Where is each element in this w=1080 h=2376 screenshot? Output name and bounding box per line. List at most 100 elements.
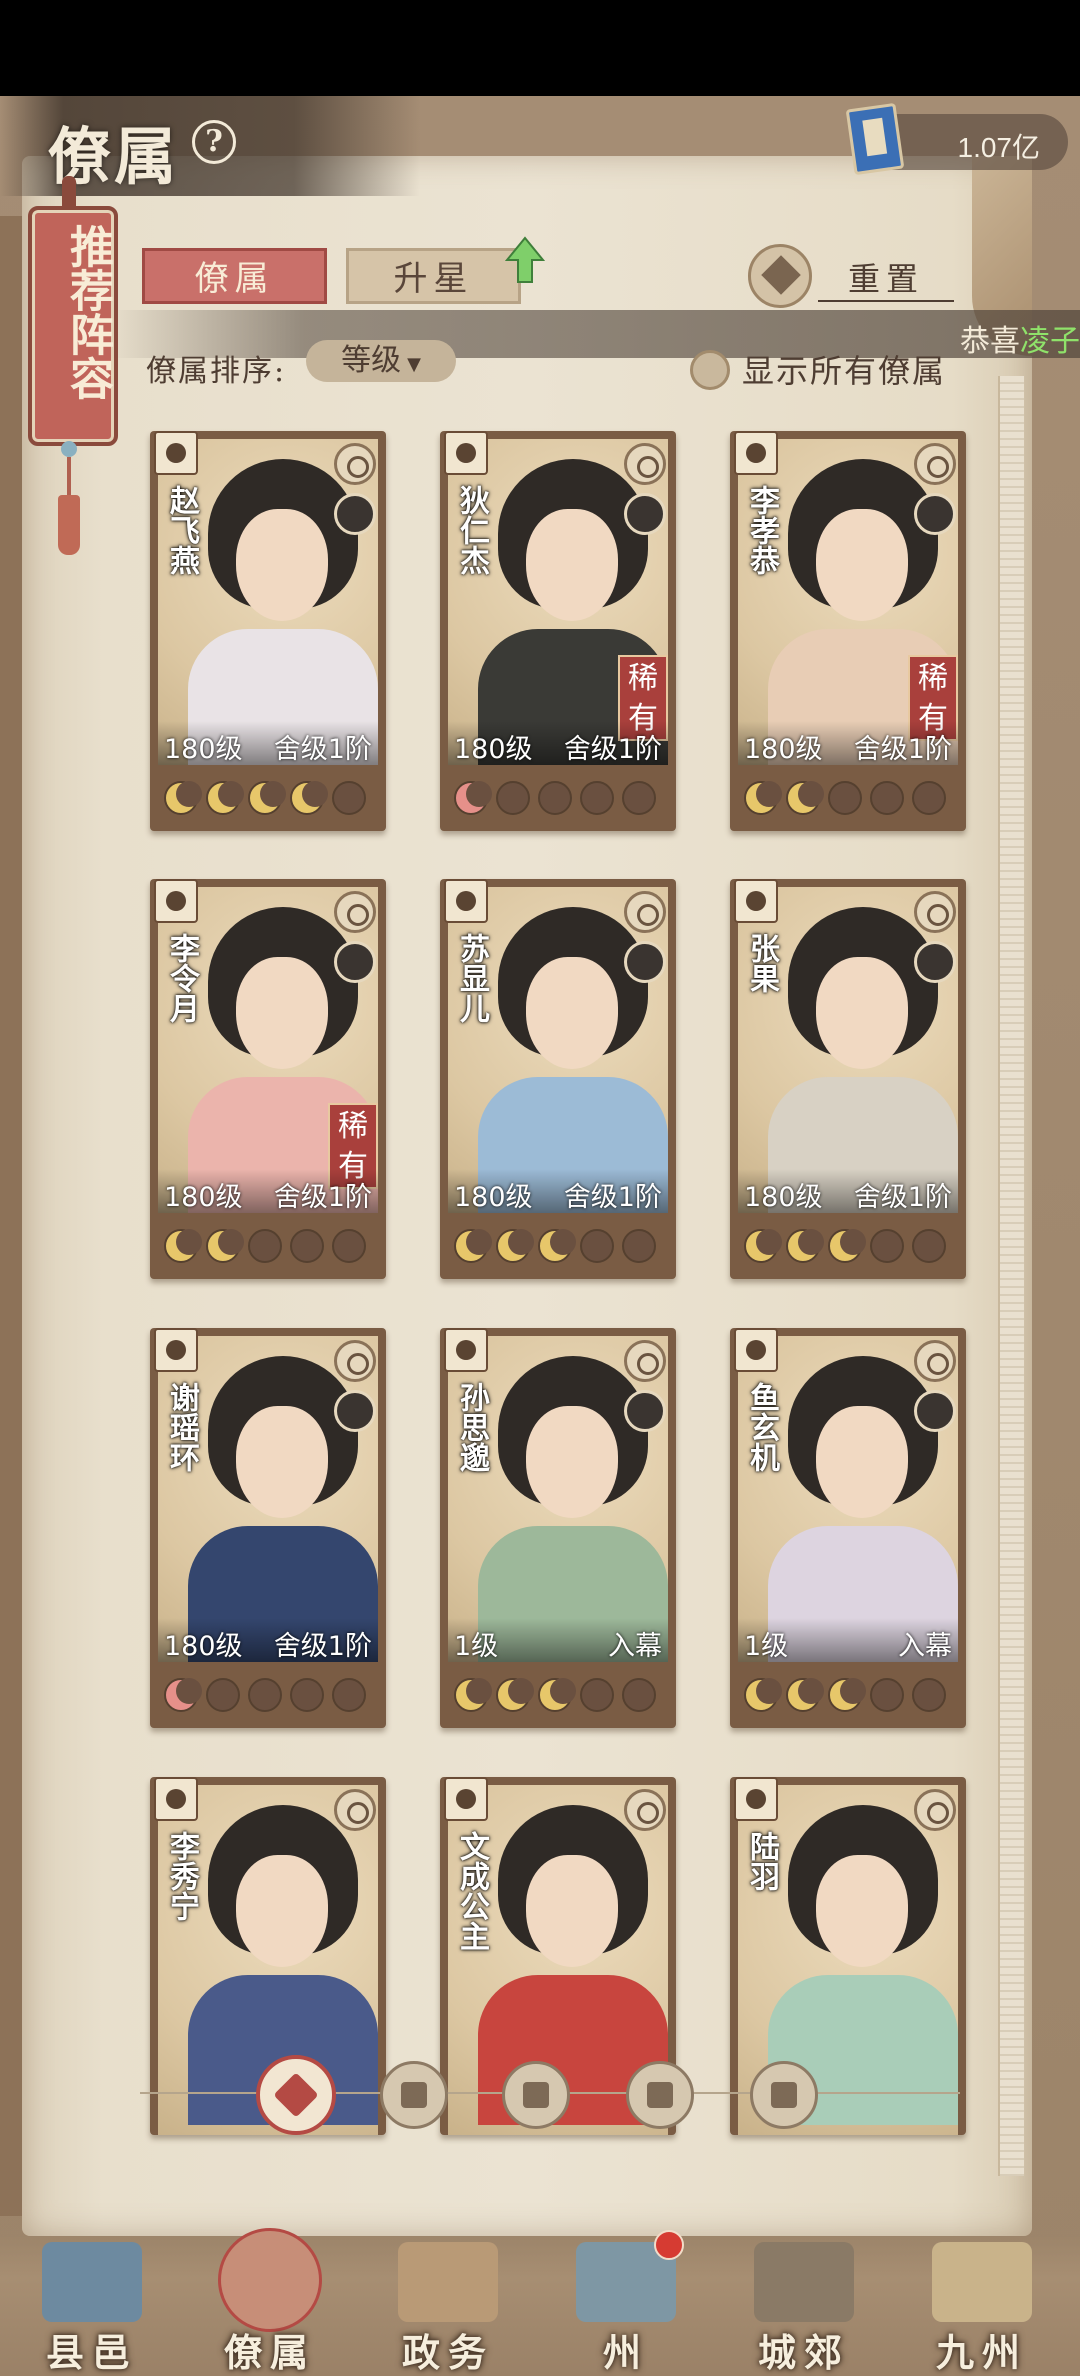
- show-all-radio[interactable]: [690, 350, 730, 390]
- filter-all-icon[interactable]: [256, 2055, 336, 2135]
- retainer-card[interactable]: 李令月 稀有 180级 舍级1阶: [150, 879, 386, 1279]
- attribute-icon: [624, 1340, 666, 1382]
- moon-star-icon: [580, 781, 614, 815]
- reset-button[interactable]: 重置: [818, 254, 954, 302]
- moon-star-icon: [164, 1229, 202, 1263]
- nav-county[interactable]: 县邑: [22, 2238, 162, 2375]
- class-icon: [734, 879, 778, 923]
- attribute-icon: [334, 1789, 376, 1831]
- class-icon: [444, 879, 488, 923]
- moon-star-icon: [622, 781, 656, 815]
- retainer-name: 李孝恭: [744, 485, 779, 575]
- card-info-bar: 180级 舍级1阶: [158, 1618, 378, 1662]
- filter-fan-icon[interactable]: [626, 2061, 694, 2129]
- card-info-bar: 180级 舍级1阶: [738, 1169, 958, 1213]
- retainer-grid: 赵飞燕 180级 舍级1阶 狄仁杰 稀有 180级 舍级1阶 李孝恭 稀有 180级 舍级1阶 李令月…: [0, 96, 1080, 2376]
- filter-gourd-icon[interactable]: [502, 2061, 570, 2129]
- retainer-rank: 舍级1阶: [853, 1182, 952, 1213]
- star-moons: [448, 1674, 668, 1714]
- retainer-card[interactable]: 狄仁杰 稀有 180级 舍级1阶: [440, 431, 676, 831]
- congrats-text: 恭喜凌子: [960, 316, 1080, 360]
- help-icon[interactable]: ?: [192, 120, 236, 164]
- star-moons: [448, 1225, 668, 1265]
- attribute-icon: [334, 443, 376, 485]
- recommend-lineup-button[interactable]: 推荐阵容: [28, 206, 118, 446]
- class-icon: [444, 1777, 488, 1821]
- retainer-name: 张果: [744, 933, 779, 993]
- companion-avatar: [334, 941, 376, 983]
- filter-lion-icon[interactable]: [750, 2061, 818, 2129]
- attribute-icon: [914, 891, 956, 933]
- retainer-card[interactable]: 赵飞燕 180级 舍级1阶: [150, 431, 386, 831]
- class-icon: [154, 1777, 198, 1821]
- companion-avatar: [624, 1390, 666, 1432]
- currency-display[interactable]: 1.07亿: [845, 102, 1068, 176]
- retainer-level: 180级: [454, 734, 533, 765]
- face-shape: [526, 957, 618, 1069]
- moon-star-icon: [290, 1229, 324, 1263]
- tab-retainers[interactable]: 僚属: [142, 248, 327, 304]
- attribute-icon: [334, 891, 376, 933]
- tab-star-up[interactable]: 升星: [346, 248, 521, 304]
- nav-retainers[interactable]: 僚属: [200, 2228, 340, 2375]
- retainer-card[interactable]: 谢瑶环 180级 舍级1阶: [150, 1328, 386, 1728]
- status-bar: [0, 0, 1080, 96]
- retainer-level: 180级: [744, 734, 823, 765]
- moon-star-icon: [580, 1678, 614, 1712]
- filter-scholar-icon[interactable]: [380, 2061, 448, 2129]
- face-shape: [816, 1855, 908, 1967]
- retainer-rank: 舍级1阶: [563, 1182, 662, 1213]
- card-info-bar: 1级 入幕: [738, 1618, 958, 1662]
- nav-affairs[interactable]: 政务: [378, 2238, 518, 2375]
- retainer-name: 李令月: [164, 933, 199, 1023]
- moon-star-icon: [206, 781, 244, 815]
- moon-star-icon: [870, 781, 904, 815]
- moon-star-icon: [164, 1678, 202, 1712]
- attribute-icon: [914, 443, 956, 485]
- face-shape: [236, 1855, 328, 1967]
- face-shape: [816, 957, 908, 1069]
- retainer-name: 赵飞燕: [164, 485, 199, 575]
- retainer-card[interactable]: 鱼玄机 1级 入幕: [730, 1328, 966, 1728]
- sort-dropdown[interactable]: 等级 ▼: [306, 340, 456, 382]
- retainer-rank: 入幕: [608, 1631, 662, 1662]
- reset-icon[interactable]: [748, 244, 812, 308]
- face-shape: [236, 957, 328, 1069]
- retainer-level: 1级: [744, 1631, 789, 1662]
- star-moons: [738, 777, 958, 817]
- retainer-rank: 入幕: [898, 1631, 952, 1662]
- attribute-icon: [624, 1789, 666, 1831]
- moon-star-icon: [828, 781, 862, 815]
- retainer-card[interactable]: 李孝恭 稀有 180级 舍级1阶: [730, 431, 966, 831]
- congrats-prefix: 恭喜: [960, 324, 1020, 359]
- retainer-card[interactable]: 孙思邈 1级 入幕: [440, 1328, 676, 1728]
- retainer-card[interactable]: 张果 180级 舍级1阶: [730, 879, 966, 1279]
- moon-star-icon: [538, 1678, 576, 1712]
- moon-star-icon: [580, 1229, 614, 1263]
- retainer-name: 鱼玄机: [744, 1382, 779, 1472]
- book-spine: [0, 216, 22, 2216]
- moon-star-icon: [332, 1229, 366, 1263]
- moon-star-icon: [828, 1229, 866, 1263]
- companion-avatar: [334, 1390, 376, 1432]
- attribute-icon: [914, 1340, 956, 1382]
- retainer-card[interactable]: 苏显儿 180级 舍级1阶: [440, 879, 676, 1279]
- moon-star-icon: [538, 1229, 576, 1263]
- nav-nine-provinces[interactable]: 九州: [912, 2238, 1052, 2375]
- nav-suburbs-label: 城郊: [757, 2330, 850, 2375]
- retainer-rank: 舍级1阶: [273, 1182, 372, 1213]
- retainer-name: 孙思邈: [454, 1382, 489, 1472]
- retainer-rank: 舍级1阶: [273, 1631, 372, 1662]
- moon-star-icon: [870, 1229, 904, 1263]
- tassel-tail: [58, 495, 80, 555]
- star-moons: [158, 777, 378, 817]
- attribute-icon: [624, 443, 666, 485]
- class-icon: [154, 879, 198, 923]
- moon-star-icon: [164, 781, 202, 815]
- recommend-lineup-label: 推荐阵容: [62, 224, 113, 400]
- attribute-icon: [334, 1340, 376, 1382]
- moon-star-icon: [622, 1229, 656, 1263]
- nav-prefecture[interactable]: 州: [556, 2230, 696, 2375]
- page-edge: [998, 376, 1024, 2176]
- nav-suburbs[interactable]: 城郊: [734, 2238, 874, 2375]
